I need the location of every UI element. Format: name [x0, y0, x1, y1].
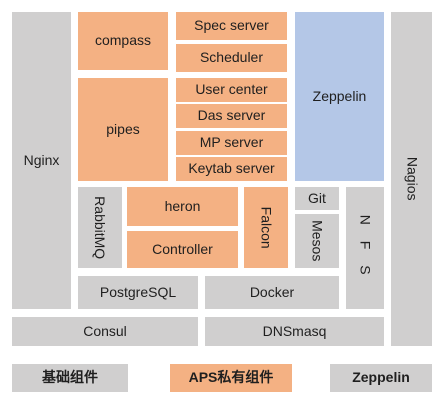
nagios-label: Nagios [404, 157, 421, 201]
falcon-block: Falcon [244, 187, 288, 268]
compass-label: compass [94, 32, 152, 49]
mp-server-block: MP server [176, 131, 287, 155]
nginx-block: Nginx [12, 12, 71, 309]
nfs-block: N F S [346, 187, 384, 309]
pipes-block: pipes [78, 78, 168, 181]
consul-block: Consul [12, 317, 198, 346]
architecture-diagram: Nginx compass pipes Spec server Schedule… [0, 0, 444, 405]
keytab-server-label: Keytab server [188, 160, 275, 177]
keytab-server-block: Keytab server [176, 157, 287, 181]
zeppelin-label: Zeppelin [312, 87, 367, 104]
das-server-block: Das server [176, 104, 287, 128]
legend-aps-private-components-label: APS私有组件 [188, 369, 274, 386]
user-center-block: User center [176, 78, 287, 102]
nfs-label: N F S [357, 215, 374, 281]
compass-block: compass [78, 12, 168, 70]
spec-server-label: Spec server [194, 17, 269, 34]
mesos-block: Mesos [295, 214, 339, 268]
postgresql-label: PostgreSQL [99, 283, 177, 300]
scheduler-block: Scheduler [176, 44, 287, 72]
falcon-label: Falcon [258, 206, 275, 249]
docker-block: Docker [205, 276, 339, 309]
postgresql-block: PostgreSQL [78, 276, 198, 309]
git-label: Git [308, 189, 326, 206]
rabbitmq-label: RabbitMQ [92, 195, 109, 260]
dnsmasq-label: DNSmasq [262, 322, 327, 339]
nginx-label: Nginx [23, 151, 60, 168]
spec-server-block: Spec server [176, 12, 287, 40]
das-server-label: Das server [197, 107, 266, 124]
consul-label: Consul [83, 322, 127, 339]
heron-block: heron [127, 187, 238, 226]
rabbitmq-block: RabbitMQ [78, 187, 122, 268]
dnsmasq-block: DNSmasq [205, 317, 384, 346]
pipes-label: pipes [106, 120, 140, 137]
legend-zeppelin-label: Zeppelin [352, 369, 410, 386]
controller-label: Controller [152, 240, 213, 257]
legend-basic-components-label: 基础组件 [42, 369, 98, 386]
legend-aps-private-components: APS私有组件 [170, 364, 292, 392]
mesos-label: Mesos [309, 220, 326, 262]
mp-server-label: MP server [199, 134, 264, 151]
heron-label: heron [164, 197, 201, 214]
zeppelin-block: Zeppelin [295, 12, 384, 181]
controller-block: Controller [127, 231, 238, 268]
legend-basic-components: 基础组件 [12, 364, 128, 392]
scheduler-label: Scheduler [199, 49, 264, 66]
git-block: Git [295, 187, 339, 210]
nagios-block: Nagios [391, 12, 432, 346]
legend-zeppelin: Zeppelin [330, 364, 432, 392]
user-center-label: User center [195, 81, 268, 98]
docker-label: Docker [249, 283, 295, 300]
